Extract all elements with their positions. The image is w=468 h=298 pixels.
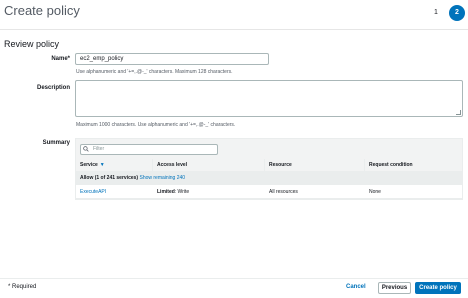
previous-button[interactable]: Previous [378,282,411,294]
page-header: Create policy 1 2 [0,0,468,30]
step-1-indicator[interactable]: 1 [428,5,444,21]
cancel-button[interactable]: Cancel [346,284,366,290]
column-header-resource[interactable]: Resource [265,159,365,172]
resize-handle-icon[interactable] [456,110,461,115]
access-level-cell: Limited: Write [157,189,190,195]
name-label: Name* [51,56,70,62]
condition-cell: None [369,189,381,195]
summary-table: Filter Service ▼ Access level Resource Re… [75,138,463,200]
column-header-request-condition[interactable]: Request condition [365,159,462,172]
filter-bar: Filter [76,139,462,159]
description-label: Description [36,85,70,91]
required-note: * Required [8,284,37,290]
name-hint: Use alphanumeric and '+=,.@-_' character… [76,69,233,75]
allow-group-row: Allow (1 of 241 services) Show remaining… [76,172,462,185]
allow-group-label: Allow (1 of 241 services) [80,175,139,181]
page-title: Create policy [4,3,80,18]
column-header-access-level[interactable]: Access level [153,159,265,172]
resource-cell: All resources [269,189,298,195]
name-field[interactable]: ec2_emp_policy [75,53,269,65]
step-2-indicator: 2 [449,5,465,21]
show-remaining-link[interactable]: Show remaining 240 [139,175,185,181]
description-hint: Maximum 1000 characters. Use alphanumeri… [76,122,236,128]
review-policy-heading: Review policy [4,39,60,49]
column-header-service[interactable]: Service ▼ [76,159,153,172]
sort-descending-icon: ▼ [99,162,105,168]
search-icon [83,146,89,152]
service-link[interactable]: ExecuteAPI [80,185,106,199]
create-policy-button[interactable]: Create policy [415,282,461,294]
table-row: ExecuteAPI Limited: Write All resources … [76,185,462,199]
filter-placeholder: Filter [93,146,105,152]
footer-bar: * Required Cancel Previous Create policy [0,278,468,298]
summary-label: Summary [42,140,70,146]
description-field[interactable] [75,80,463,117]
filter-input[interactable]: Filter [80,144,218,155]
